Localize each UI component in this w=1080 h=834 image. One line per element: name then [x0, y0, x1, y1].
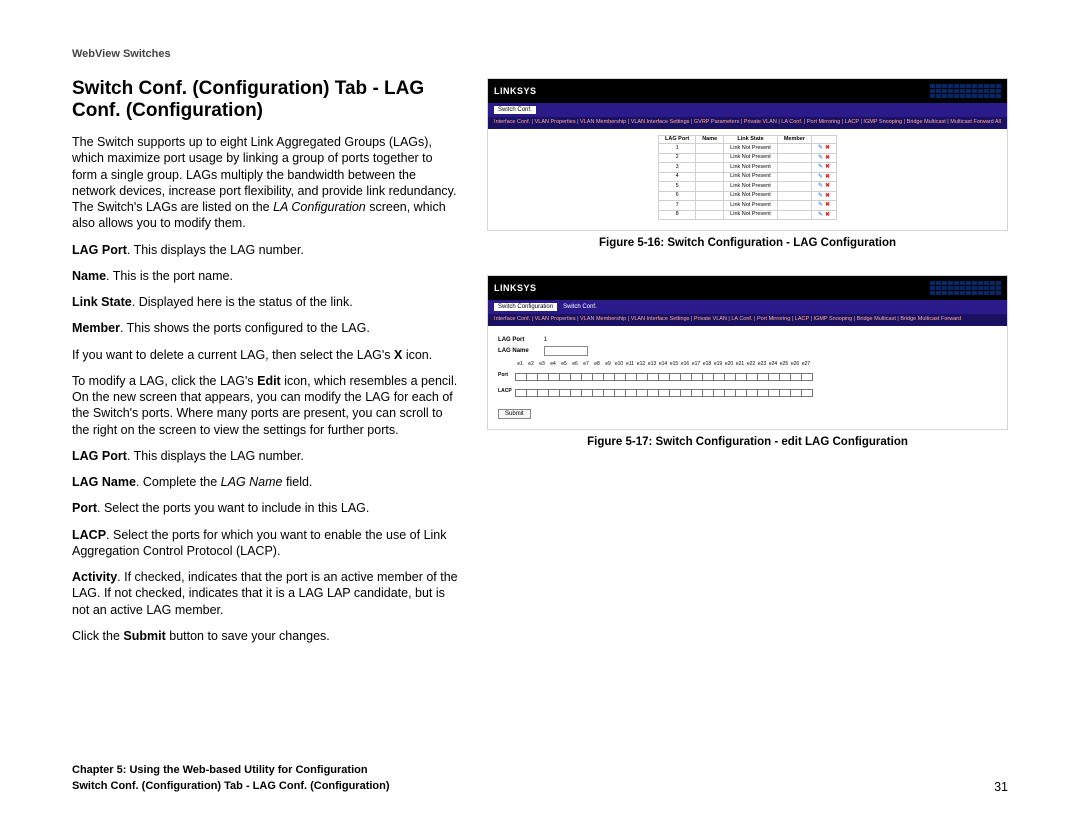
edit-icon[interactable]: ✎	[818, 193, 823, 199]
delete-icon[interactable]: ✖	[825, 183, 830, 189]
main-tabs: Switch Conf.	[488, 103, 1007, 117]
main-tabs: Switch Configuration Switch Conf.	[488, 300, 1007, 314]
brand-logo: LINKSYS	[494, 284, 537, 293]
tab-switch-conf[interactable]: Switch Conf.	[494, 106, 536, 114]
delete-icon[interactable]: ✖	[825, 202, 830, 208]
ports-header-row: e1e2e3e4e5e6e7e8e9e10e11e12e13e14e15e16e…	[498, 362, 997, 367]
tab-switch-configuration[interactable]: Switch Configuration	[494, 303, 557, 311]
figure-5-17-screenshot: LINKSYS Switch Configuration Switch Conf…	[487, 275, 1008, 430]
table-row: 5Link Not Present✎✖	[659, 182, 837, 192]
def2-lacp: LACP	[72, 528, 106, 542]
lacp-checkbox[interactable]	[801, 389, 813, 397]
content-columns: Switch Conf. (Configuration) Tab - LAG C…	[72, 78, 1008, 654]
modify-note: To modify a LAG, click the LAG's Edit ic…	[72, 373, 459, 438]
edit-icon[interactable]: ✎	[818, 212, 823, 218]
def2-port: Port	[72, 501, 97, 515]
table-row: 1Link Not Present✎✖	[659, 144, 837, 154]
footer-section: Switch Conf. (Configuration) Tab - LAG C…	[72, 779, 390, 794]
table-row: 4Link Not Present✎✖	[659, 172, 837, 182]
delete-icon[interactable]: ✖	[825, 212, 830, 218]
def2-activity: Activity	[72, 570, 117, 584]
delete-note: If you want to delete a current LAG, the…	[72, 347, 459, 363]
page-number: 31	[994, 780, 1008, 794]
shot-header: LINKSYS	[488, 276, 1007, 300]
port-grid-icon	[930, 281, 1001, 295]
table-header: Link State	[724, 135, 778, 144]
def-name: Name	[72, 269, 106, 283]
edit-icon[interactable]: ✎	[818, 145, 823, 151]
edit-icon[interactable]: ✎	[818, 202, 823, 208]
def-member: Member	[72, 321, 120, 335]
def-lag-port: LAG Port	[72, 243, 127, 257]
page-footer: Chapter 5: Using the Web-based Utility f…	[72, 763, 1008, 794]
def-name-text: . This is the port name.	[106, 269, 233, 283]
table-row: 2Link Not Present✎✖	[659, 153, 837, 163]
def-link-state-text: . Displayed here is the status of the li…	[132, 295, 353, 309]
delete-icon[interactable]: ✖	[825, 145, 830, 151]
table-row: 6Link Not Present✎✖	[659, 191, 837, 201]
text-column: Switch Conf. (Configuration) Tab - LAG C…	[72, 78, 459, 654]
table-row: 3Link Not Present✎✖	[659, 163, 837, 173]
lag-name-field[interactable]	[544, 346, 588, 356]
lag-port-value: 1	[544, 337, 547, 343]
table-row: 7Link Not Present✎✖	[659, 201, 837, 211]
sub-tabs: Interface Conf. | VLAN Properties | VLAN…	[488, 314, 1007, 326]
delete-icon[interactable]: ✖	[825, 164, 830, 170]
lag-port-row: LAG Port 1	[498, 337, 997, 343]
submit-button[interactable]: Submit	[498, 409, 531, 419]
lag-name-row: LAG Name	[498, 346, 997, 356]
table-header: Name	[696, 135, 724, 144]
intro-italic: LA Configuration	[273, 200, 366, 214]
lacp-checkbox-row: LACP	[498, 389, 997, 399]
lag-table: LAG PortNameLink StateMember 1Link Not P…	[658, 135, 837, 221]
def2-lag-port: LAG Port	[72, 449, 127, 463]
table-header: Member	[777, 135, 811, 144]
delete-icon[interactable]: ✖	[825, 174, 830, 180]
figure-5-17-caption: Figure 5-17: Switch Configuration - edit…	[487, 436, 1008, 448]
port-grid-icon	[930, 84, 1001, 98]
edit-icon[interactable]: ✎	[818, 164, 823, 170]
intro-paragraph: The Switch supports up to eight Link Agg…	[72, 134, 459, 232]
brand-logo: LINKSYS	[494, 87, 537, 96]
document-page: WebView Switches Switch Conf. (Configura…	[0, 0, 1080, 834]
footer-chapter: Chapter 5: Using the Web-based Utility f…	[72, 763, 390, 778]
figures-column: LINKSYS Switch Conf. Interface Conf. | V…	[487, 78, 1008, 654]
lag-port-label: LAG Port	[498, 337, 542, 343]
figure-5-16-screenshot: LINKSYS Switch Conf. Interface Conf. | V…	[487, 78, 1008, 231]
submit-sentence: Click the Submit button to save your cha…	[72, 628, 459, 644]
field-definitions-1: LAG Port. This displays the LAG number. …	[72, 242, 459, 337]
sub-tabs: Interface Conf. | VLAN Properties | VLAN…	[488, 117, 1007, 129]
figure-5-16-caption: Figure 5-16: Switch Configuration - LAG …	[487, 237, 1008, 249]
field-definitions-2: LAG Port. This displays the LAG number. …	[72, 448, 459, 618]
subtab-switch-conf[interactable]: Switch Conf.	[563, 304, 597, 310]
shot-header: LINKSYS	[488, 79, 1007, 103]
def-lag-port-text: . This displays the LAG number.	[127, 243, 304, 257]
table-row: 8Link Not Present✎✖	[659, 210, 837, 220]
page-title: Switch Conf. (Configuration) Tab - LAG C…	[72, 78, 459, 122]
lag-name-label: LAG Name	[498, 348, 542, 354]
delete-icon[interactable]: ✖	[825, 155, 830, 161]
table-header: LAG Port	[659, 135, 696, 144]
edit-icon[interactable]: ✎	[818, 174, 823, 180]
page-header: WebView Switches	[72, 48, 1008, 60]
port-checkbox[interactable]	[801, 373, 813, 381]
delete-icon[interactable]: ✖	[825, 193, 830, 199]
ports-checkbox-row: Port	[498, 373, 997, 383]
def-member-text: . This shows the ports configured to the…	[120, 321, 370, 335]
edit-icon[interactable]: ✎	[818, 155, 823, 161]
def2-lag-name: LAG Name	[72, 475, 136, 489]
footer-left: Chapter 5: Using the Web-based Utility f…	[72, 763, 390, 794]
edit-icon[interactable]: ✎	[818, 183, 823, 189]
def-link-state: Link State	[72, 295, 132, 309]
